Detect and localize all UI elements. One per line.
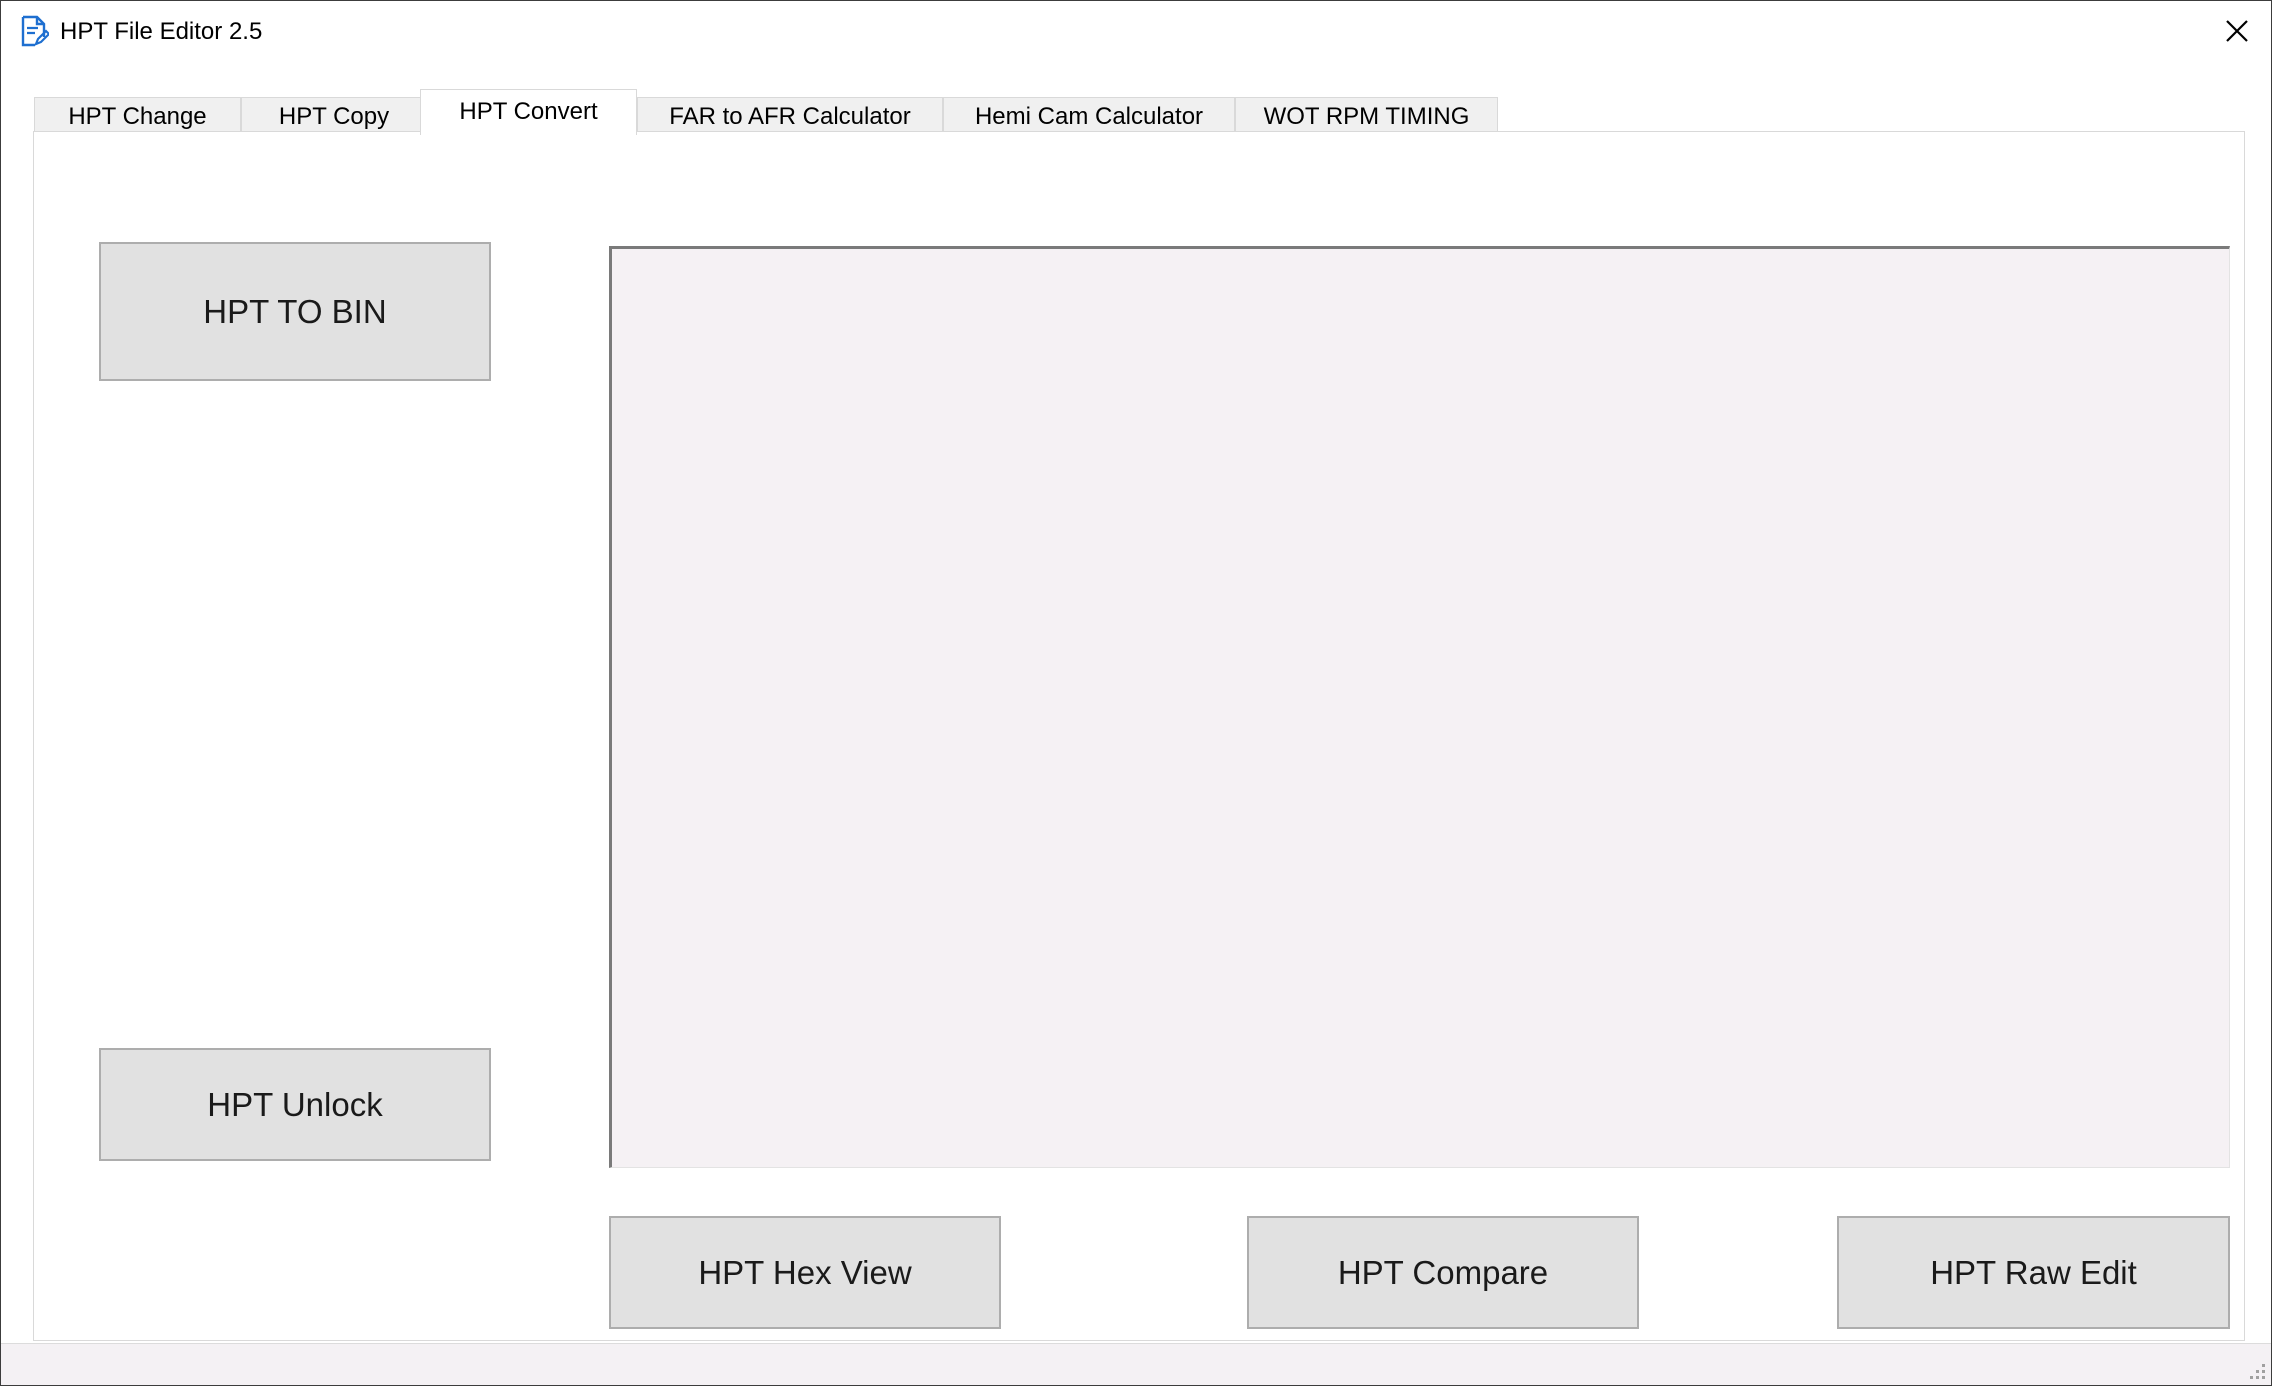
document-edit-icon — [21, 15, 49, 47]
client-area: HPT Change HPT Copy HPT Convert FAR to A… — [1, 63, 2271, 1385]
status-bar — [1, 1343, 2271, 1385]
app-window: HPT File Editor 2.5 HPT Change HPT Copy … — [0, 0, 2272, 1386]
hpt-hex-view-button[interactable]: HPT Hex View — [609, 1216, 1001, 1329]
hpt-compare-button[interactable]: HPT Compare — [1247, 1216, 1639, 1329]
output-textbox[interactable] — [609, 246, 2230, 1168]
tab-hpt-copy[interactable]: HPT Copy — [241, 97, 427, 135]
hpt-raw-edit-button[interactable]: HPT Raw Edit — [1837, 1216, 2230, 1329]
tab-hpt-convert[interactable]: HPT Convert — [420, 89, 637, 135]
window-title: HPT File Editor 2.5 — [60, 18, 263, 45]
tab-wot-rpm-timing[interactable]: WOT RPM TIMING — [1235, 97, 1498, 135]
tab-panel-hpt-convert: HPT TO BIN HPT Unlock HPT Hex View HPT C… — [33, 131, 2245, 1341]
close-icon — [2226, 20, 2248, 42]
hpt-unlock-button[interactable]: HPT Unlock — [99, 1048, 491, 1161]
close-button[interactable] — [2203, 1, 2271, 61]
hpt-to-bin-button[interactable]: HPT TO BIN — [99, 242, 491, 381]
tab-hemi-cam-calculator[interactable]: Hemi Cam Calculator — [943, 97, 1235, 135]
tab-far-to-afr-calculator[interactable]: FAR to AFR Calculator — [637, 97, 943, 135]
tab-hpt-change[interactable]: HPT Change — [34, 97, 241, 135]
title-bar: HPT File Editor 2.5 — [1, 1, 2271, 63]
resize-grip-icon[interactable] — [2243, 1357, 2267, 1381]
